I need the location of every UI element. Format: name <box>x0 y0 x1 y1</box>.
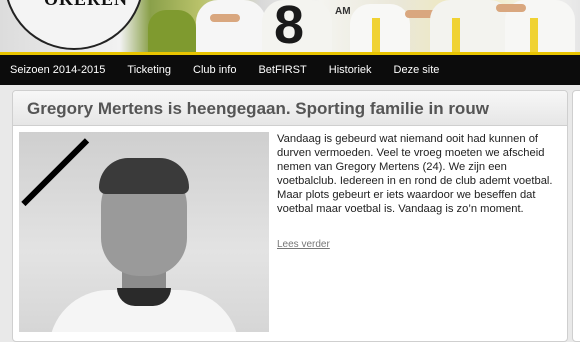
banner-stripe <box>530 18 538 52</box>
article-body: Vandaag is gebeurd wat niemand ooit had … <box>277 133 553 215</box>
side-panel <box>572 90 580 342</box>
read-more-link[interactable]: Lees verder <box>277 239 330 250</box>
banner-stripe <box>372 18 380 52</box>
header-banner: 8 AM OKEREN <box>0 0 580 52</box>
main-nav: Seizoen 2014-2015 Ticketing Club info Be… <box>0 52 580 85</box>
banner-arm <box>496 4 526 12</box>
mourning-ribbon-icon <box>19 132 90 207</box>
nav-item-club-info[interactable]: Club info <box>193 64 236 76</box>
nav-item-historiek[interactable]: Historiek <box>329 64 372 76</box>
club-logo[interactable]: OKEREN <box>4 0 144 50</box>
banner-player <box>148 10 196 52</box>
nav-item-deze-site[interactable]: Deze site <box>394 64 440 76</box>
sponsor-logo: AM <box>335 6 351 17</box>
news-panel: Gregory Mertens is heengegaan. Sporting … <box>12 90 568 342</box>
news-title-bar: Gregory Mertens is heengegaan. Sporting … <box>13 91 567 126</box>
nav-item-betfirst[interactable]: BetFIRST <box>258 64 306 76</box>
logo-text: OKEREN <box>44 0 128 10</box>
nav-item-seizoen[interactable]: Seizoen 2014-2015 <box>10 64 105 76</box>
nav-item-ticketing[interactable]: Ticketing <box>127 64 171 76</box>
banner-player <box>196 0 266 52</box>
banner-stripe <box>452 18 460 52</box>
banner-player <box>350 4 410 52</box>
article-title[interactable]: Gregory Mertens is heengegaan. Sporting … <box>27 99 489 119</box>
banner-arm <box>210 14 240 22</box>
article-photo[interactable] <box>19 132 269 332</box>
photo-hair <box>99 158 189 194</box>
jersey-number: 8 <box>274 0 305 52</box>
